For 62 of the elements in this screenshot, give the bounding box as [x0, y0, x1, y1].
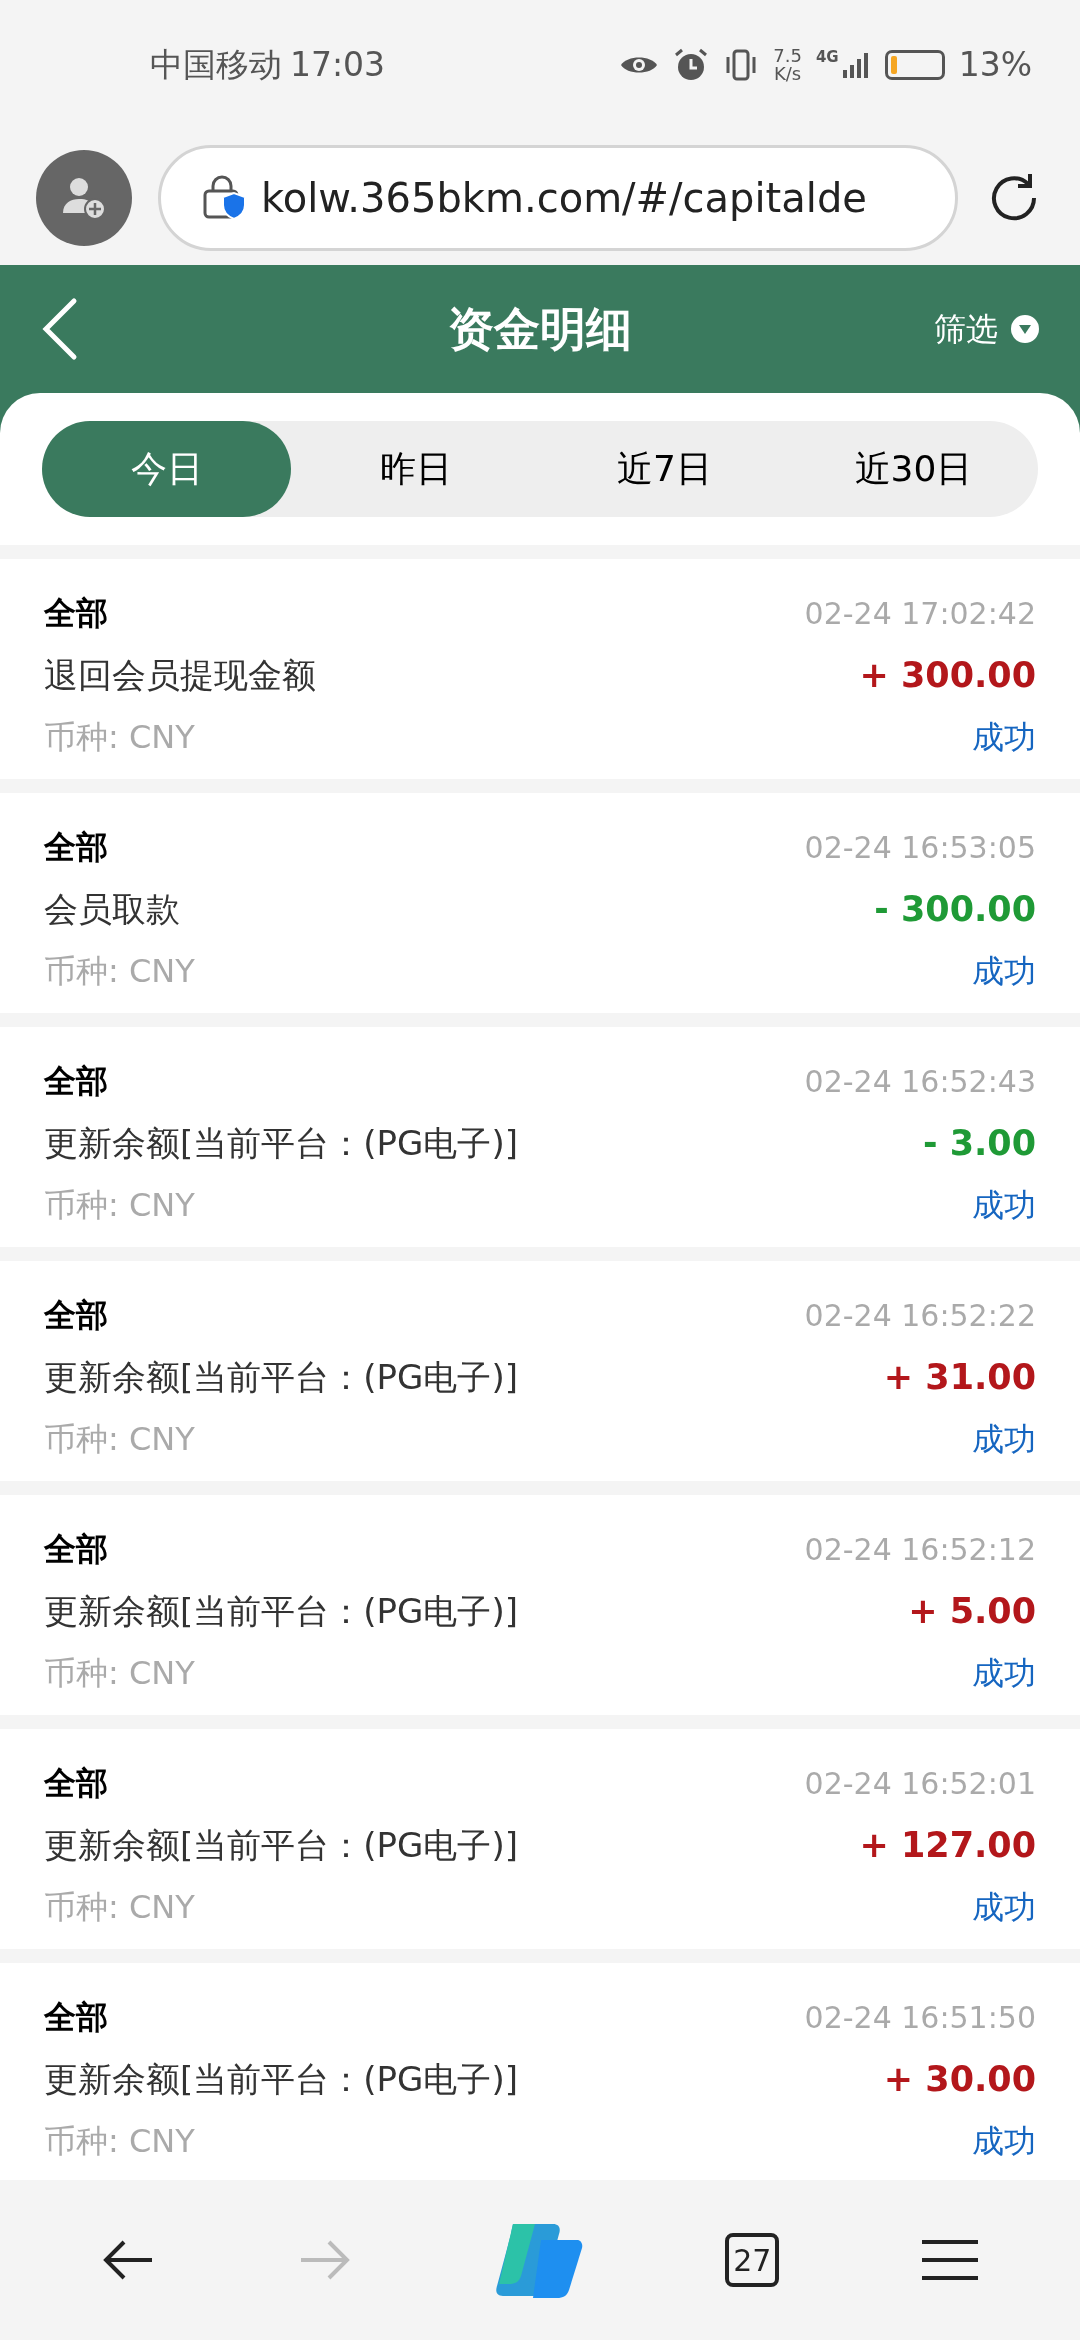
- signal-icon: [840, 50, 871, 80]
- record-category: 全部: [44, 1295, 108, 1336]
- record-category: 全部: [44, 1763, 108, 1804]
- record-status: 成功: [972, 1653, 1036, 1694]
- record-currency: 币种: CNY: [44, 951, 195, 992]
- record-description: 更新余额[当前平台：(PG电子)]: [44, 1823, 518, 1867]
- record-amount: - 3.00: [922, 1121, 1036, 1165]
- record-currency: 币种: CNY: [44, 2121, 195, 2162]
- record-description: 更新余额[当前平台：(PG电子)]: [44, 2057, 518, 2101]
- record-time: 02-24 17:02:42: [804, 594, 1036, 633]
- record-status: 成功: [972, 717, 1036, 758]
- record-category: 全部: [44, 827, 108, 868]
- record-currency: 币种: CNY: [44, 717, 195, 758]
- record-description: 会员取款: [44, 887, 180, 931]
- carrier: 中国移动: [150, 44, 282, 87]
- record-status: 成功: [972, 951, 1036, 992]
- record-category: 全部: [44, 1529, 108, 1570]
- record-description: 更新余额[当前平台：(PG电子)]: [44, 1589, 518, 1633]
- record-amount: + 31.00: [883, 1355, 1036, 1399]
- record-currency: 币种: CNY: [44, 1185, 195, 1226]
- record-time: 02-24 16:52:01: [804, 1764, 1036, 1803]
- record-currency: 币种: CNY: [44, 1653, 195, 1694]
- secure-lock-icon: [201, 174, 247, 221]
- battery-fill: [890, 56, 898, 74]
- record-time: 02-24 16:53:05: [804, 828, 1036, 867]
- clock: 17:03: [290, 44, 386, 87]
- record-category: 全部: [44, 1997, 108, 2038]
- date-tab[interactable]: 今日: [42, 421, 291, 517]
- alarm-icon: [673, 47, 710, 83]
- dropdown-icon: [1010, 314, 1040, 344]
- record-amount: + 5.00: [908, 1589, 1036, 1633]
- record-status: 成功: [972, 1185, 1036, 1226]
- record-status: 成功: [972, 1887, 1036, 1928]
- url-text: kolw.365bkm.com/#/capitalde: [261, 173, 867, 223]
- record-description: 更新余额[当前平台：(PG电子)]: [44, 1121, 518, 1165]
- address-bar[interactable]: kolw.365bkm.com/#/capitalde: [158, 144, 958, 251]
- tab-count[interactable]: 27: [725, 2233, 780, 2287]
- date-tab[interactable]: 昨日: [291, 421, 540, 517]
- network-speed: 7.5: [773, 47, 802, 65]
- record-amount: + 127.00: [859, 1823, 1036, 1867]
- record-description: 退回会员提现金额: [44, 653, 316, 697]
- record-time: 02-24 16:51:50: [804, 1998, 1036, 2037]
- record-time: 02-24 16:52:43: [804, 1062, 1036, 1101]
- network-type: 4G: [815, 50, 839, 65]
- network-speed-unit: K/s: [773, 65, 802, 83]
- record-amount: + 300.00: [859, 653, 1036, 697]
- record-amount: + 30.00: [883, 2057, 1036, 2101]
- record-description: 更新余额[当前平台：(PG电子)]: [44, 1355, 518, 1399]
- filter-button[interactable]: 筛选: [934, 305, 1040, 353]
- record-time: 02-24 16:52:22: [804, 1296, 1036, 1335]
- record-time: 02-24 16:52:12: [804, 1530, 1036, 1569]
- date-tab[interactable]: 近7日: [540, 421, 789, 517]
- page-title: 资金明细: [448, 300, 632, 358]
- date-tab[interactable]: 近30日: [789, 421, 1038, 517]
- record-category: 全部: [44, 1061, 108, 1102]
- battery-percent: 13%: [958, 44, 1032, 87]
- record-currency: 币种: CNY: [44, 1419, 195, 1460]
- record-status: 成功: [972, 2121, 1036, 2162]
- record-amount: - 300.00: [874, 887, 1036, 931]
- record-currency: 币种: CNY: [44, 1887, 195, 1928]
- record-category: 全部: [44, 593, 108, 634]
- record-status: 成功: [972, 1419, 1036, 1460]
